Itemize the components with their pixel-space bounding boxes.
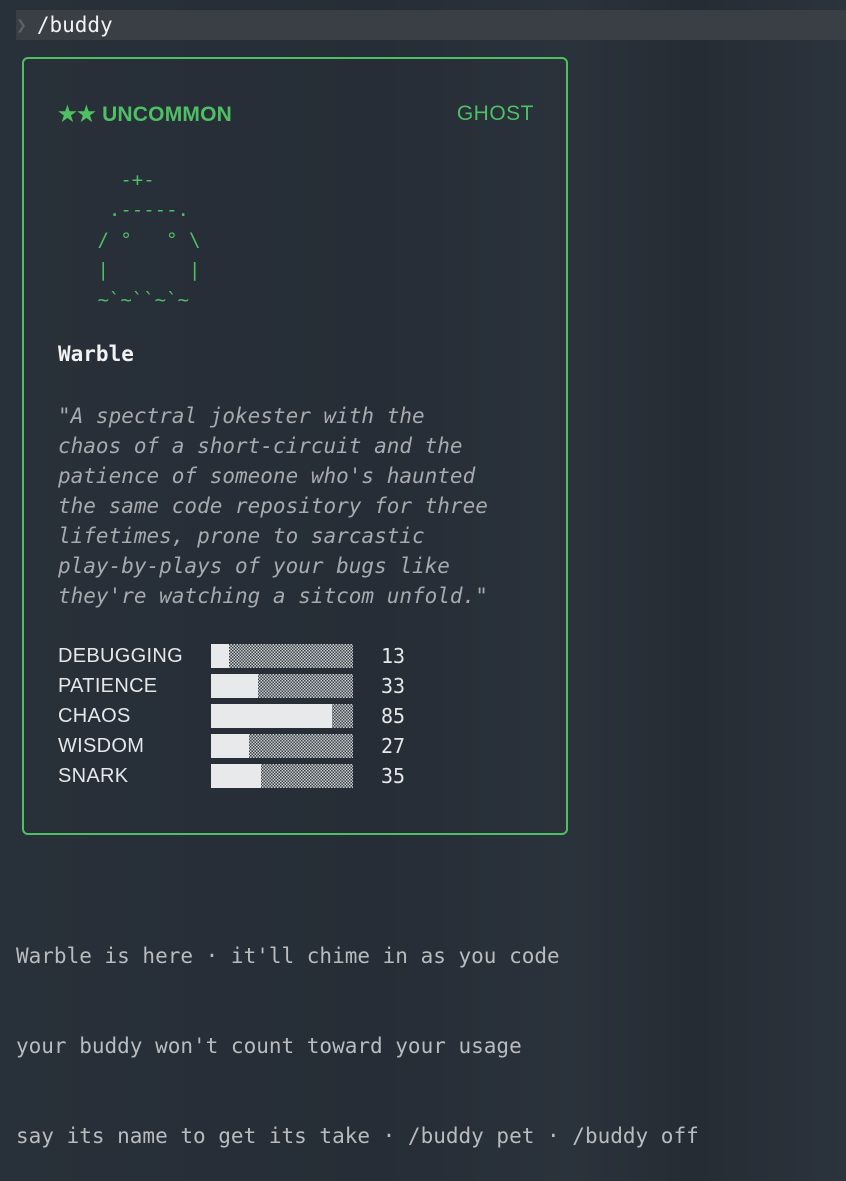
usage-note-line: your buddy won't count toward your usage [16, 1034, 522, 1058]
stat-bar [211, 704, 353, 728]
stat-value: 13 [381, 644, 406, 668]
stat-bar [211, 674, 353, 698]
stats-list: DEBUGGING 13 PATIENCE 33 CHAOS 85 WISDOM… [58, 641, 405, 791]
stat-label: WISDOM [58, 734, 145, 757]
commands-hint-line: say its name to get its take · /buddy pe… [16, 1124, 699, 1148]
ghost-ascii-art: -+- .-----. / ° ° \ | | ~`~``~`~ [97, 169, 201, 311]
stat-row: CHAOS 85 [58, 701, 405, 731]
rarity-badge: ★★ UNCOMMON [58, 102, 232, 127]
command-input-bar[interactable]: ❯ /buddy [16, 10, 846, 40]
stat-bar-fill [211, 704, 332, 728]
stat-bar [211, 734, 353, 758]
stat-bar-fill [211, 734, 250, 758]
rarity-label: UNCOMMON [102, 103, 232, 126]
stat-value: 35 [381, 764, 406, 788]
stat-bar-fill [211, 674, 258, 698]
stat-label: PATIENCE [58, 674, 158, 697]
stat-label: DEBUGGING [58, 644, 183, 667]
stat-bar [211, 644, 353, 668]
status-line: Warble is here · it'll chime in as you c… [16, 944, 560, 968]
buddy-name: Warble [58, 342, 134, 366]
species-label: GHOST [456, 102, 534, 125]
stat-row: SNARK 35 [58, 761, 405, 791]
stat-label: SNARK [58, 764, 129, 787]
stat-row: DEBUGGING 13 [58, 641, 405, 671]
buddy-status-message: Warble is here · it'll chime in as you c… [16, 881, 699, 1181]
star-icon: ★★ [58, 103, 97, 126]
chevron-right-icon: ❯ [16, 14, 27, 36]
stat-bar [211, 764, 353, 788]
stat-bar-fill [211, 764, 261, 788]
stat-value: 85 [381, 704, 406, 728]
stat-label: CHAOS [58, 704, 131, 727]
buddy-description: "A spectral jokester with the chaos of a… [58, 404, 488, 608]
stat-bar-fill [211, 644, 230, 668]
command-text: /buddy [36, 13, 113, 37]
stat-value: 27 [381, 734, 406, 758]
stat-value: 33 [381, 674, 406, 698]
stat-row: WISDOM 27 [58, 731, 405, 761]
stat-row: PATIENCE 33 [58, 671, 405, 701]
